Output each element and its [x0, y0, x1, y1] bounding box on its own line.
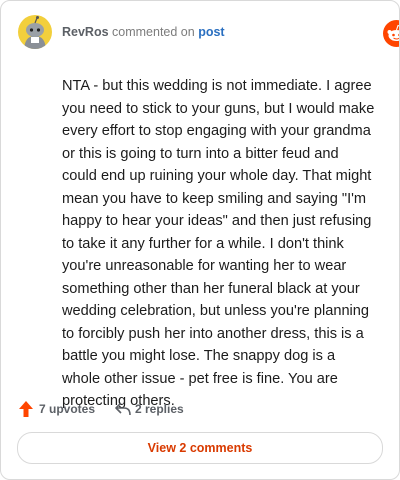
snoo-avatar-icon[interactable] [18, 15, 52, 49]
replies-button[interactable]: 2 replies [114, 398, 204, 420]
comment-header: RevRos commented on post reddit [1, 1, 399, 67]
author-username[interactable]: RevRos [62, 25, 109, 39]
reddit-logo-icon [383, 20, 399, 47]
comment-body: NTA - but this wedding is not immediate.… [62, 78, 375, 409]
upvote-arrow-icon [19, 401, 33, 417]
post-link[interactable]: post [198, 25, 224, 39]
upvote-button[interactable]: 7 upvotes [18, 398, 108, 420]
view-comments-button[interactable]: View 2 comments [17, 432, 383, 464]
upvote-count: 7 upvotes [39, 402, 96, 416]
comment-action-text: commented on [112, 25, 195, 39]
reply-arrow-icon [115, 402, 131, 416]
replies-count: 2 replies [135, 402, 184, 416]
comment-card: RevRos commented on post reddit NTA - bu… [0, 0, 400, 480]
comment-meta: RevRos commented on post [62, 25, 225, 39]
